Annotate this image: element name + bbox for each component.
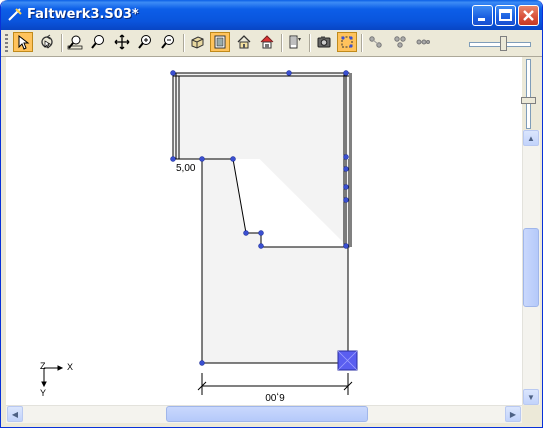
scroll-left-button[interactable]: ◀	[7, 406, 23, 422]
view-3d-icon	[191, 36, 204, 49]
node-dots-button[interactable]	[413, 32, 433, 52]
toolbar-separator	[183, 34, 185, 52]
node	[230, 156, 236, 162]
node	[343, 197, 349, 203]
view-3d-button[interactable]	[187, 32, 207, 52]
render-view-button[interactable]	[257, 32, 277, 52]
axis-x-label: X	[67, 362, 73, 372]
node	[170, 156, 176, 162]
window-title: Faltwerk3.S03*	[27, 7, 139, 22]
rotate-view-button[interactable]	[37, 32, 57, 52]
node	[343, 70, 349, 76]
pan-icon	[114, 34, 130, 50]
zoom-window-icon	[67, 35, 83, 50]
zoom-slider-vertical-track[interactable]	[526, 59, 531, 129]
node	[199, 360, 205, 366]
node	[258, 243, 264, 249]
node-group-icon	[394, 36, 406, 48]
zoom-slider-vertical-knob[interactable]	[521, 97, 536, 104]
layer-icon	[289, 35, 301, 49]
node	[243, 230, 249, 236]
node-link-icon	[369, 36, 382, 48]
dimension-bottom-label: 6,00	[265, 391, 285, 402]
horizontal-scrollbar[interactable]: ◀ ▶	[6, 405, 522, 423]
render-view-icon	[260, 35, 274, 49]
home-view-button[interactable]	[234, 32, 254, 52]
camera-icon	[317, 36, 331, 48]
app-icon	[8, 8, 22, 21]
zoom-in-icon	[138, 35, 151, 49]
camera-button[interactable]	[314, 32, 334, 52]
node-link-button[interactable]	[366, 32, 386, 52]
minimize-icon	[478, 18, 485, 21]
pan-button[interactable]	[112, 32, 132, 52]
chevron-up-icon: ▲	[527, 133, 535, 143]
fit-all-icon	[214, 35, 226, 49]
node-dots-icon	[416, 39, 430, 45]
scroll-down-button[interactable]: ▼	[523, 389, 539, 405]
node	[170, 70, 176, 76]
zoom-in-button[interactable]	[135, 32, 155, 52]
maximize-button[interactable]	[495, 5, 516, 26]
toolbar-separator	[309, 34, 311, 52]
toolbar-separator	[61, 34, 63, 52]
select-arrow-icon	[18, 34, 30, 50]
scroll-up-button[interactable]: ▲	[523, 130, 539, 146]
chevron-right-icon: ▶	[509, 409, 517, 419]
minimize-button[interactable]	[472, 5, 493, 26]
select-arrow-button[interactable]	[13, 32, 33, 52]
chevron-left-icon: ◀	[11, 409, 19, 419]
node-select-icon	[341, 36, 353, 48]
title-bar[interactable]: Faltwerk3.S03*	[1, 0, 542, 30]
zoom-slider-knob[interactable]	[500, 36, 507, 51]
toolbar-separator	[281, 34, 283, 52]
node	[258, 230, 264, 236]
node	[343, 184, 349, 190]
node	[343, 166, 349, 172]
fit-all-button[interactable]	[210, 32, 230, 52]
scrollbar-corner	[522, 405, 539, 422]
structure-drawing: 6,00 5,00 Z X Y	[40, 70, 358, 402]
close-icon	[523, 10, 534, 21]
drawing-canvas[interactable]: 6,00 5,00 Z X Y	[6, 57, 522, 405]
node-select-button[interactable]	[337, 32, 357, 52]
node-group-button[interactable]	[390, 32, 410, 52]
horizontal-scroll-thumb[interactable]	[166, 406, 368, 422]
axis-z-label: Z	[40, 361, 46, 371]
zoom-out-icon	[161, 35, 174, 49]
zoom-window-button[interactable]	[65, 32, 85, 52]
rotate-view-icon	[41, 34, 53, 49]
maximize-icon	[499, 9, 512, 21]
zoom-out-button[interactable]	[158, 32, 178, 52]
plate-fill-top	[173, 73, 349, 159]
node	[286, 70, 292, 76]
chevron-down-icon: ▼	[527, 392, 535, 402]
dimension-left-label: 5,00	[176, 163, 196, 174]
app-window: Faltwerk3.S03* 6,00 5,00 Z X Y ▲ ▼ ◀ ▶	[0, 0, 543, 428]
zoom-icon	[91, 35, 104, 49]
vertical-scrollbar[interactable]: ▲ ▼	[522, 130, 540, 405]
node	[343, 243, 349, 249]
zoom-button[interactable]	[88, 32, 108, 52]
layer-button[interactable]	[285, 32, 305, 52]
node	[343, 154, 349, 160]
node	[199, 156, 205, 162]
toolbar	[1, 30, 542, 57]
toolbar-separator	[361, 34, 363, 52]
close-button[interactable]	[518, 5, 539, 26]
toolbar-grip[interactable]	[5, 34, 8, 52]
axis-y-label: Y	[40, 388, 46, 398]
scroll-right-button[interactable]: ▶	[505, 406, 521, 422]
vertical-scroll-thumb[interactable]	[523, 228, 539, 307]
home-view-icon	[237, 35, 251, 49]
